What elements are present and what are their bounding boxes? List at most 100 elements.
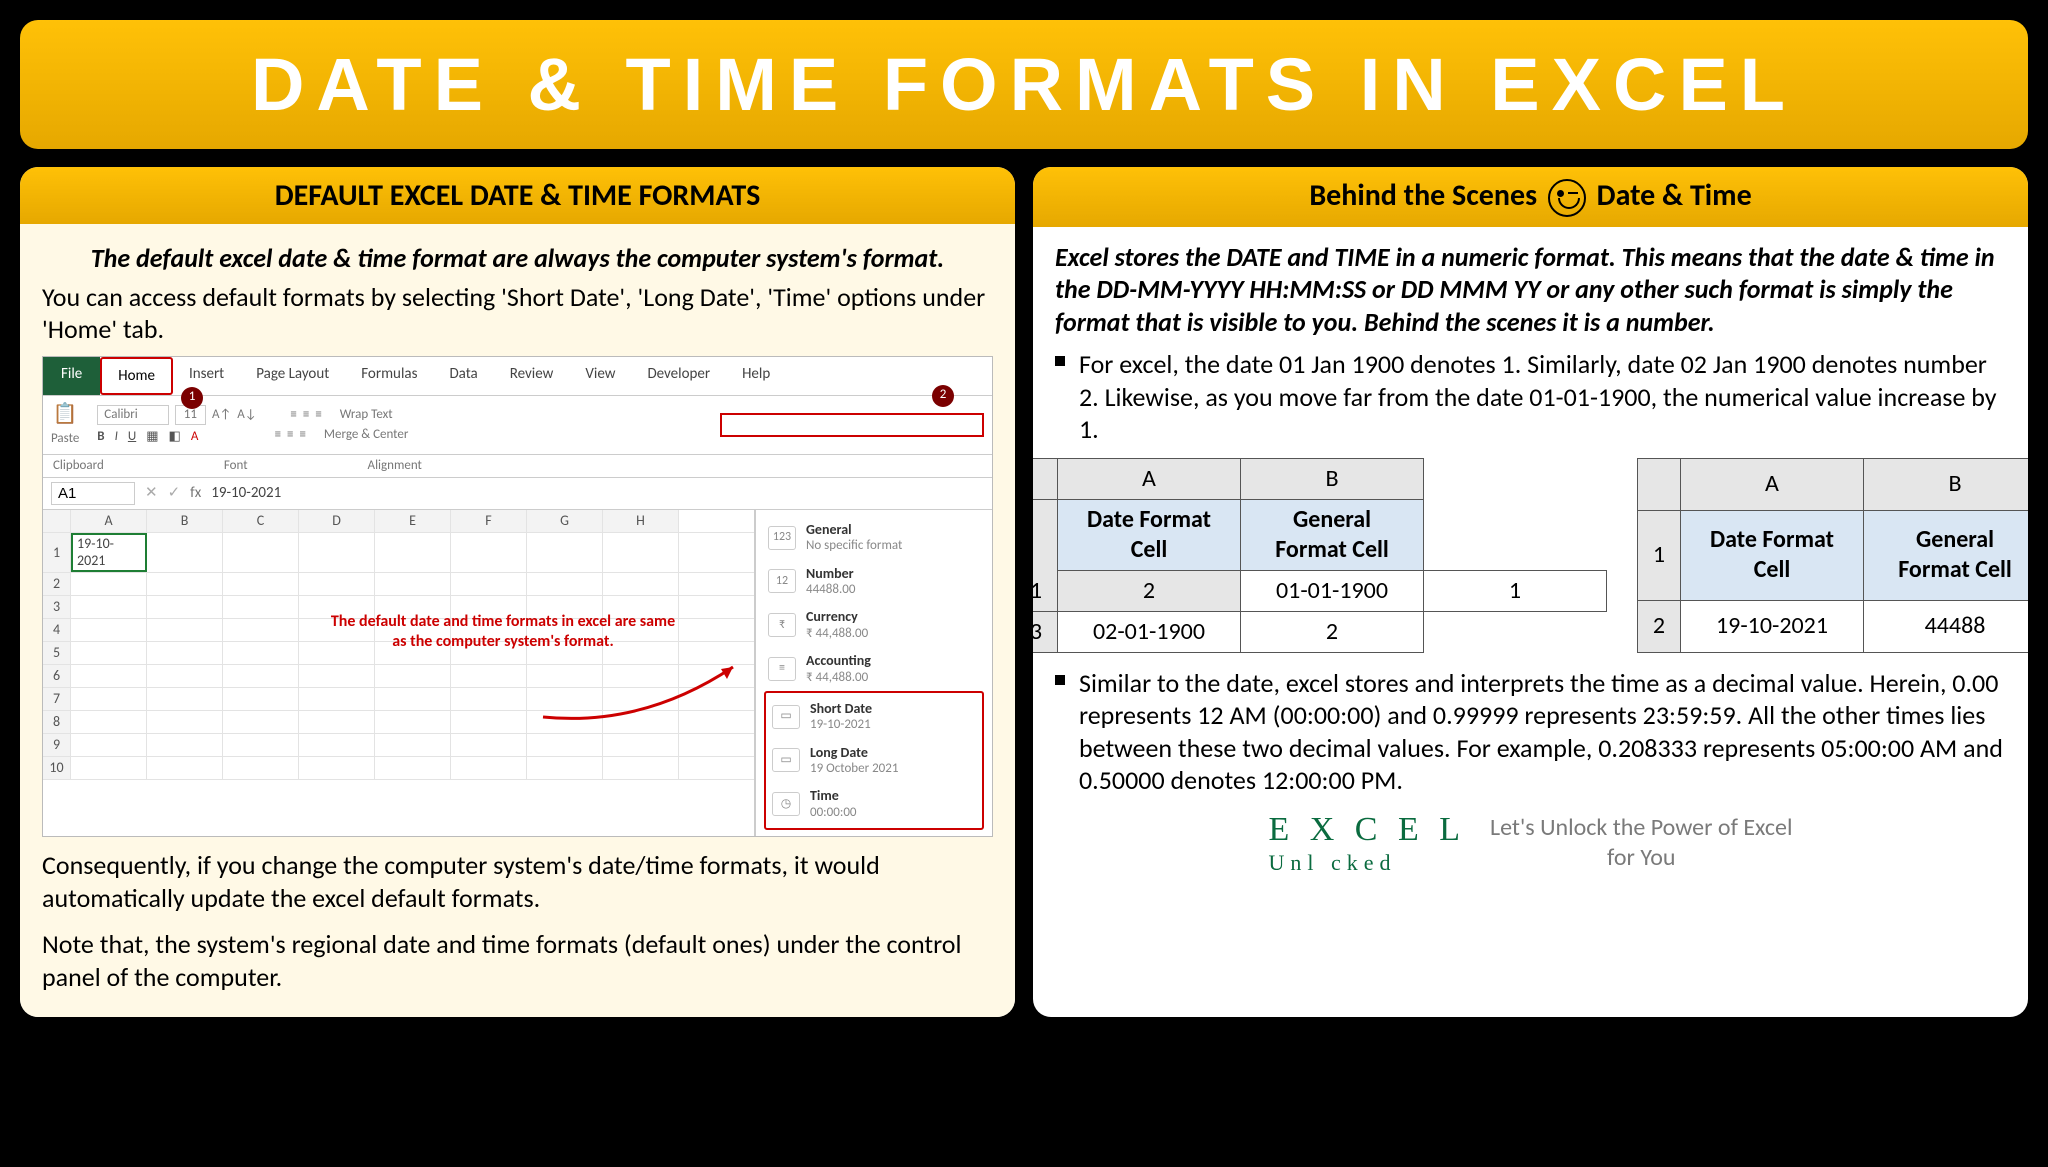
col-d[interactable]: D bbox=[299, 510, 375, 532]
left-panel: DEFAULT EXCEL DATE & TIME FORMATS The de… bbox=[20, 167, 1015, 1017]
tab-view[interactable]: View bbox=[569, 357, 631, 396]
bold-icon[interactable]: B bbox=[97, 429, 104, 445]
columns: DEFAULT EXCEL DATE & TIME FORMATS The de… bbox=[10, 167, 2038, 1017]
tab-data[interactable]: Data bbox=[433, 357, 493, 396]
th-2: General Format Cell bbox=[1241, 499, 1424, 570]
left-para-after1: Consequently, if you change the computer… bbox=[42, 849, 993, 914]
row-2: 2 bbox=[1638, 600, 1681, 652]
right-intro: Excel stores the DATE and TIME in a nume… bbox=[1055, 241, 2006, 339]
brand-line2: Unl cked bbox=[1268, 849, 1466, 877]
th-1: Date FormatCell bbox=[1681, 510, 1864, 600]
col-e[interactable]: E bbox=[375, 510, 451, 532]
corner[interactable] bbox=[43, 510, 71, 532]
fmt-sub: 44488.00 bbox=[806, 582, 855, 598]
fx-icon[interactable]: fx bbox=[190, 484, 201, 503]
align-icon[interactable]: ≡ bbox=[300, 427, 306, 443]
tag-1: Let's Unlock the Power of Excel bbox=[1490, 813, 1792, 843]
col-h[interactable]: H bbox=[603, 510, 679, 532]
number-icon: 12 bbox=[768, 569, 796, 593]
right-body: Excel stores the DATE and TIME in a nume… bbox=[1033, 227, 2028, 895]
align-icon[interactable]: ≡ bbox=[303, 407, 309, 423]
enter-icon[interactable]: ✓ bbox=[168, 484, 181, 503]
align-icon[interactable]: ≡ bbox=[287, 427, 293, 443]
border-icon[interactable]: ▦ bbox=[146, 429, 158, 445]
accounting-icon: ≡ bbox=[768, 657, 796, 681]
align-icon[interactable]: ≡ bbox=[315, 407, 321, 423]
format-dropdown: 123GeneralNo specific format 12Number444… bbox=[755, 510, 992, 836]
fmt-sub: 00:00:00 bbox=[810, 805, 857, 821]
tab-page-layout[interactable]: Page Layout bbox=[240, 357, 345, 396]
row-1: 1 bbox=[1033, 499, 1058, 611]
col-a[interactable]: A bbox=[71, 510, 147, 532]
col-a: A bbox=[1058, 458, 1241, 499]
fmt-sub: 19 October 2021 bbox=[810, 761, 898, 777]
wrap-text[interactable]: Wrap Text bbox=[340, 407, 393, 423]
tab-help[interactable]: Help bbox=[726, 357, 786, 396]
cell: 1 bbox=[1424, 570, 1607, 611]
tab-developer[interactable]: Developer bbox=[631, 357, 726, 396]
col-b[interactable]: B bbox=[147, 510, 223, 532]
cell: 02-01-1900 bbox=[1058, 611, 1241, 652]
name-box[interactable] bbox=[51, 482, 135, 505]
fmt-label: Time bbox=[810, 787, 857, 805]
section-clipboard: Clipboard bbox=[53, 458, 104, 474]
th-1: Date Format Cell bbox=[1058, 499, 1241, 570]
brand-line1: E X C E L bbox=[1268, 811, 1466, 848]
tab-home[interactable]: Home bbox=[100, 357, 173, 396]
fmt-time[interactable]: ◷ Time00:00:00 bbox=[768, 782, 980, 826]
table-2: AB 1Date FormatCellGeneralFormat Cell 21… bbox=[1637, 458, 2028, 653]
tab-review[interactable]: Review bbox=[494, 357, 570, 396]
increase-font-icon[interactable]: A↑ bbox=[212, 407, 231, 423]
col-f[interactable]: F bbox=[451, 510, 527, 532]
col-c[interactable]: C bbox=[223, 510, 299, 532]
font-name[interactable]: Calibri bbox=[97, 405, 168, 425]
corner bbox=[1033, 458, 1058, 499]
cancel-icon[interactable]: ✕ bbox=[145, 484, 158, 503]
paste-group[interactable]: 📋Paste bbox=[51, 402, 79, 447]
tables-row: AB 1Date Format CellGeneral Format Cell … bbox=[1055, 458, 2006, 653]
calendar-icon: ▭ bbox=[772, 748, 800, 772]
right-heading-a: Behind the Scenes bbox=[1309, 177, 1537, 214]
red-callout: The default date and time formats in exc… bbox=[323, 612, 683, 652]
underline-icon[interactable]: U bbox=[128, 429, 136, 445]
merge-center[interactable]: Merge & Center bbox=[324, 427, 409, 443]
decrease-font-icon[interactable]: A↓ bbox=[237, 407, 256, 423]
col-b: B bbox=[1864, 458, 2029, 510]
cell-a1[interactable]: 19-10-2021 bbox=[71, 533, 147, 572]
font-color-icon[interactable]: A bbox=[191, 429, 199, 445]
table-1: AB 1Date Format CellGeneral Format Cell … bbox=[1033, 458, 1607, 653]
fmt-general[interactable]: 123GeneralNo specific format bbox=[764, 516, 984, 560]
right-panel: Behind the Scenes Date & Time Excel stor… bbox=[1033, 167, 2028, 1017]
align-icon[interactable]: ≡ bbox=[290, 407, 296, 423]
cell: 01-01-1900 bbox=[1241, 570, 1424, 611]
align-icon[interactable]: ≡ bbox=[275, 427, 281, 443]
fmt-label: Accounting bbox=[806, 652, 871, 670]
corner bbox=[1638, 458, 1681, 510]
fmt-short-date[interactable]: ▭Short Date19-10-2021 bbox=[768, 695, 980, 739]
infographic-page: DATE & TIME FORMATS IN EXCEL DEFAULT EXC… bbox=[0, 0, 2048, 1167]
left-intro2: You can access default formats by select… bbox=[42, 281, 993, 346]
cell: 44488 bbox=[1864, 600, 2029, 652]
fmt-sub: No specific format bbox=[806, 538, 902, 554]
left-intro-italic: The default excel date & time format are… bbox=[42, 242, 993, 275]
row-2: 2 bbox=[1058, 570, 1241, 611]
section-alignment: Alignment bbox=[368, 458, 422, 474]
number-format-dropdown[interactable] bbox=[720, 413, 984, 437]
fmt-label: Currency bbox=[806, 608, 868, 626]
col-g[interactable]: G bbox=[527, 510, 603, 532]
fmt-number[interactable]: 12Number44488.00 bbox=[764, 560, 984, 604]
row-1[interactable]: 1 bbox=[43, 533, 71, 572]
formula-value[interactable]: 19-10-2021 bbox=[211, 484, 281, 503]
cell: 2 bbox=[1241, 611, 1424, 652]
bullet-2-text: Similar to the date, excel stores and in… bbox=[1079, 667, 2006, 797]
fmt-label: Long Date bbox=[810, 744, 898, 762]
clock-icon: ◷ bbox=[772, 792, 800, 816]
left-para-after2: Note that, the system's regional date an… bbox=[42, 928, 993, 993]
fmt-currency[interactable]: ₹Currency₹ 44,488.00 bbox=[764, 603, 984, 647]
fmt-accounting[interactable]: ≡Accounting₹ 44,488.00 bbox=[764, 647, 984, 691]
tab-formulas[interactable]: Formulas bbox=[345, 357, 433, 396]
italic-icon[interactable]: I bbox=[115, 429, 118, 445]
tab-file[interactable]: File bbox=[43, 357, 100, 396]
fmt-long-date[interactable]: ▭ Long Date19 October 2021 bbox=[768, 739, 980, 783]
fill-icon[interactable]: ◧ bbox=[169, 429, 181, 445]
